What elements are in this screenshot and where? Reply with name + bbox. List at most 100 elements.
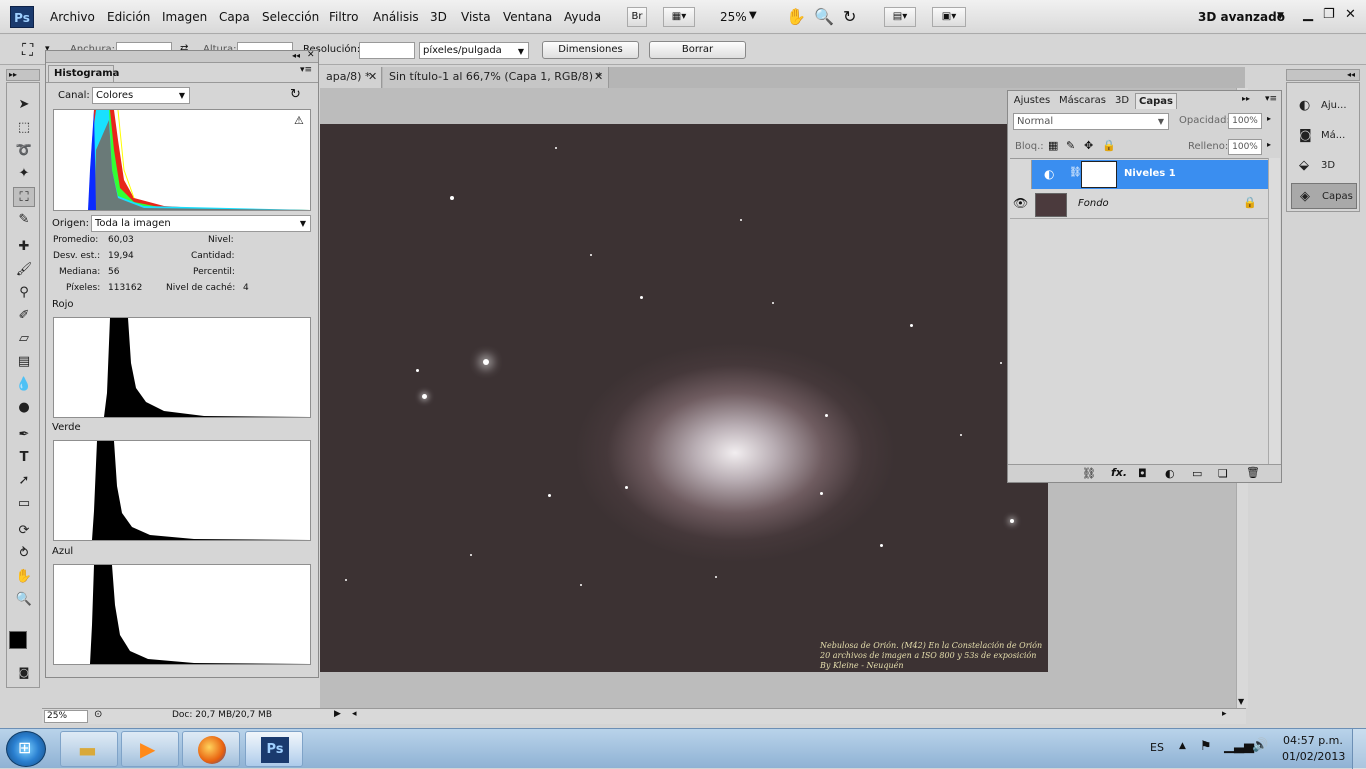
pen-tool-icon[interactable]: ✒: [13, 425, 35, 445]
taskbar-photoshop[interactable]: Ps: [245, 731, 303, 767]
panel-titlebar[interactable]: ◂◂ ✕: [46, 50, 318, 63]
refresh-icon[interactable]: ↻: [290, 87, 301, 102]
start-button[interactable]: ⊞: [6, 731, 46, 767]
eye-icon[interactable]: 👁: [1013, 196, 1028, 210]
3d-rotate-tool-icon[interactable]: ⟳: [13, 521, 35, 541]
lasso-tool-icon[interactable]: ➰: [13, 141, 35, 161]
screen-mode-button[interactable]: ▣▾: [932, 7, 966, 27]
collapse-icon[interactable]: ◂◂: [292, 51, 300, 60]
rotate-view-icon[interactable]: ↻: [843, 7, 856, 26]
dock-adjustments[interactable]: ◐ Aju...: [1291, 93, 1357, 119]
brush-tool-icon[interactable]: 🖌: [13, 260, 35, 280]
menu-capa[interactable]: Capa: [219, 10, 250, 24]
3d-orbit-tool-icon[interactable]: ⥁: [13, 544, 35, 564]
zoom-tool-icon[interactable]: 🔍: [13, 590, 35, 610]
dock-masks[interactable]: ◙ Má...: [1291, 123, 1357, 149]
warning-icon[interactable]: ⚠: [294, 114, 304, 127]
minibridge-button[interactable]: ▦▾: [663, 7, 695, 27]
eyedropper-tool-icon[interactable]: ✎: [13, 210, 35, 230]
marquee-tool-icon[interactable]: ⬚: [13, 118, 35, 138]
network-icon[interactable]: ▁▃▅: [1224, 739, 1254, 754]
close-icon[interactable]: ✕: [307, 50, 315, 60]
workspace-dropdown-icon[interactable]: ▼: [1277, 11, 1284, 21]
move-tool-icon[interactable]: ➤: [13, 95, 35, 115]
expand-icon[interactable]: ▸▸: [9, 70, 17, 79]
menu-vista[interactable]: Vista: [461, 10, 491, 24]
close-tab-icon[interactable]: ✕: [594, 67, 603, 87]
menu-ayuda[interactable]: Ayuda: [564, 10, 601, 24]
new-group-icon[interactable]: ▭: [1192, 467, 1202, 480]
quick-mask-icon[interactable]: ◙: [13, 663, 35, 683]
tab-document-1[interactable]: apa/8) * ✕: [320, 67, 382, 88]
menu-3d[interactable]: 3D: [430, 10, 447, 24]
layer-name[interactable]: Fondo: [1078, 198, 1109, 209]
trash-icon[interactable]: 🗑: [1246, 466, 1260, 479]
opacity-field[interactable]: 100%: [1228, 113, 1262, 129]
visibility-toggle[interactable]: [1010, 160, 1032, 189]
menu-edicion[interactable]: Edición: [107, 10, 150, 24]
healing-brush-tool-icon[interactable]: ✚: [13, 237, 35, 257]
type-tool-icon[interactable]: T: [13, 448, 35, 468]
resolution-field[interactable]: [359, 42, 415, 59]
new-layer-icon[interactable]: ❏: [1218, 467, 1228, 480]
chevron-right-icon[interactable]: ▸: [1267, 114, 1271, 123]
history-brush-tool-icon[interactable]: ✐: [13, 306, 35, 326]
path-selection-tool-icon[interactable]: ➚: [13, 471, 35, 491]
workspace-switcher[interactable]: 3D avanzado: [1198, 10, 1285, 24]
status-info-icon[interactable]: ⊙: [94, 709, 102, 720]
show-hidden-icons-icon[interactable]: ▲: [1179, 741, 1186, 751]
adjustment-layer-icon[interactable]: ◐: [1165, 467, 1175, 480]
close-tab-icon[interactable]: ✕: [368, 67, 377, 87]
magic-wand-tool-icon[interactable]: ✦: [13, 164, 35, 184]
nebula-image[interactable]: [320, 124, 1048, 672]
restore-icon[interactable]: ❐: [1323, 7, 1335, 22]
language-indicator[interactable]: ES: [1150, 741, 1164, 754]
volume-icon[interactable]: 🔊: [1252, 738, 1268, 753]
tab-ajustes[interactable]: Ajustes: [1010, 93, 1054, 109]
taskbar-media-player[interactable]: ▶: [121, 731, 179, 767]
collapse-icon[interactable]: ◂◂: [1347, 70, 1355, 79]
dock-3d[interactable]: ⬙ 3D: [1291, 153, 1357, 179]
fill-field[interactable]: 100%: [1228, 139, 1262, 155]
dock-layers[interactable]: ◈ Capas: [1291, 183, 1357, 209]
scroll-right-icon[interactable]: ▸: [1222, 709, 1227, 719]
layer-row-niveles[interactable]: ◐ ⛓ Niveles 1: [1010, 160, 1268, 189]
layers-scrollbar[interactable]: [1268, 158, 1280, 464]
menu-seleccion[interactable]: Selección: [262, 10, 319, 24]
source-select[interactable]: Toda la imagen ▼: [91, 215, 311, 232]
clear-button[interactable]: Borrar: [649, 41, 746, 59]
menu-archivo[interactable]: Archivo: [50, 10, 95, 24]
flag-icon[interactable]: ⚑: [1200, 739, 1212, 754]
bridge-button[interactable]: Br: [627, 7, 647, 27]
gradient-tool-icon[interactable]: ▤: [13, 352, 35, 372]
blend-mode-select[interactable]: Normal ▼: [1013, 113, 1169, 130]
menu-imagen[interactable]: Imagen: [162, 10, 207, 24]
resolution-units-select[interactable]: píxeles/pulgada ▼: [419, 42, 529, 59]
minimize-icon[interactable]: ▁: [1303, 7, 1313, 22]
tab-mascaras[interactable]: Máscaras: [1056, 93, 1109, 109]
clock-time[interactable]: 04:57 p.m.: [1283, 734, 1343, 747]
collapse-icon[interactable]: ▸▸: [1242, 94, 1250, 103]
crop-tool-icon[interactable]: ⛶: [13, 187, 35, 207]
layer-name[interactable]: Niveles 1: [1124, 168, 1176, 179]
layer-row-fondo[interactable]: 👁 Fondo 🔒: [1010, 190, 1268, 219]
eraser-tool-icon[interactable]: ▱: [13, 329, 35, 349]
tab-histogram[interactable]: Histograma: [48, 65, 119, 82]
menu-analisis[interactable]: Análisis: [373, 10, 419, 24]
zoom-field[interactable]: 25%: [44, 710, 88, 723]
clock-date[interactable]: 01/02/2013: [1282, 750, 1345, 763]
status-menu-icon[interactable]: ▶: [334, 709, 341, 719]
link-icon[interactable]: ⛓: [1069, 167, 1082, 178]
chevron-right-icon[interactable]: ▸: [1267, 140, 1271, 149]
lock-move-icon[interactable]: ✥: [1084, 139, 1093, 152]
tab-document-2[interactable]: Sin título-1 al 66,7% (Capa 1, RGB/8) * …: [383, 67, 609, 88]
menu-ventana[interactable]: Ventana: [503, 10, 552, 24]
blur-tool-icon[interactable]: 💧: [13, 375, 35, 395]
fx-icon[interactable]: fx.: [1111, 466, 1127, 479]
dock-header[interactable]: ◂◂: [1286, 69, 1360, 81]
toolbox-header[interactable]: ▸▸: [6, 69, 40, 81]
zoom-icon[interactable]: 🔍: [814, 7, 834, 26]
clone-stamp-tool-icon[interactable]: ⚲: [13, 283, 35, 303]
menu-filtro[interactable]: Filtro: [329, 10, 358, 24]
tab-3d[interactable]: 3D: [1111, 93, 1133, 109]
